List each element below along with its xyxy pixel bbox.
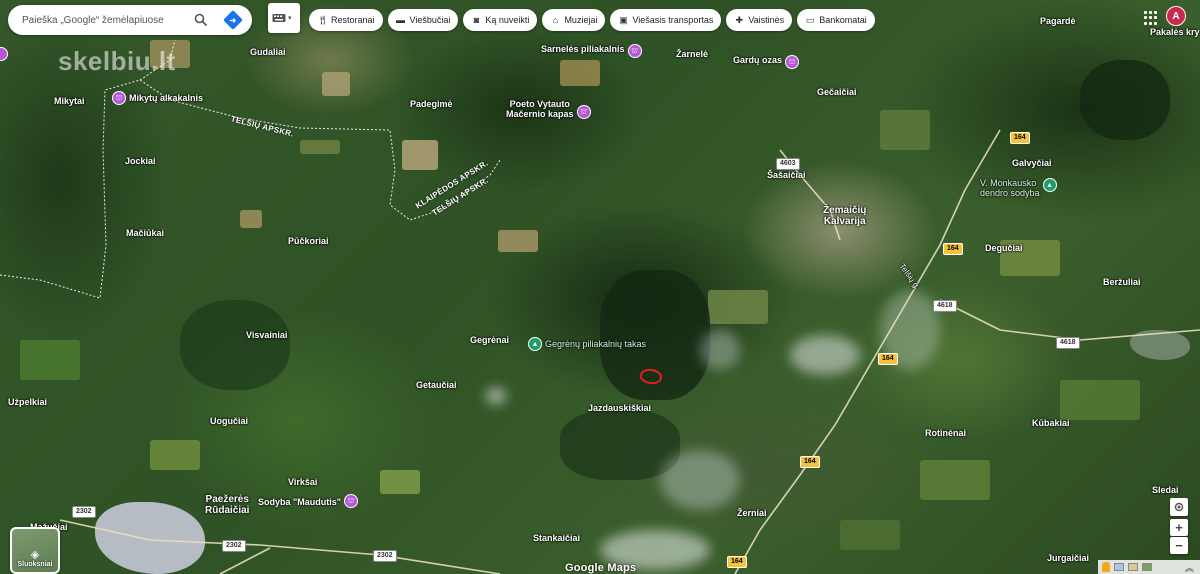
road-shield: 164 [878,353,898,365]
place-label[interactable]: Getaučiai [416,380,457,390]
road-shield: 164 [943,243,963,255]
zoom-out-button[interactable]: − [1170,537,1188,554]
place-label[interactable]: Jurgaičiai [1047,553,1089,563]
landmark-icon: ⛫ [576,105,591,119]
road-shield: 2302 [373,550,397,562]
chip-pharmacies[interactable]: ✚ Vaistinės [726,9,793,31]
place-label[interactable]: Kūbakiai [1032,418,1070,428]
my-location-button[interactable] [1170,498,1188,516]
place-label[interactable]: Rotinėnai [925,428,966,438]
road-shield: 2302 [222,540,246,552]
place-label[interactable]: Sledai [1152,485,1179,495]
chip-atms[interactable]: ▭ Bankomatai [797,9,875,31]
place-label[interactable]: Jazdauskiškiai [588,403,651,413]
directions-icon[interactable]: ➜ [223,10,243,30]
place-label[interactable]: Padegimė [410,99,453,109]
chip-hotels[interactable]: ▬ Viešbučiai [387,9,459,31]
keyboard-button[interactable]: ▾ [268,3,300,33]
landmark-icon: ⛫ [627,44,642,58]
atm-icon: ▭ [805,14,815,25]
place-label[interactable]: Gudaliai [250,47,286,57]
zoom-in-button[interactable]: + [1170,519,1188,536]
expand-icon[interactable]: ︽ [1185,561,1194,574]
bottom-bar: ︽ [1098,560,1200,574]
account-avatar[interactable]: A [1166,6,1186,26]
place-label[interactable]: Pūčkoriai [288,236,329,246]
camera-icon: ◙ [473,15,480,25]
admin-boundary [0,79,501,299]
place-label[interactable]: Užpelkiai [8,397,47,407]
place-label[interactable]: Uogučiai [210,416,248,426]
road-shield: 164 [1010,132,1030,144]
poi-sodyba-maudutis[interactable]: ⛫ Sodyba "Maudutis" [258,494,359,508]
place-label[interactable]: Gečaičiai [817,87,857,97]
place-label[interactable]: Jockiai [125,156,156,166]
satellite-map[interactable]: TELŠIŲ APSKR. KLAIPĖDOS APSKR. TELŠIŲ AP… [0,0,1200,574]
road-2302 [59,519,501,574]
place-label[interactable]: Stankaičiai [533,533,580,543]
park-icon: ▲ [1042,178,1057,192]
layers-icon: ◈ [30,549,40,561]
poi-sarneles-piliakalnis[interactable]: ⛫ Sarnelės piliakalnis [541,44,642,58]
chip-restaurants[interactable]: 🍴︎ Restoranai [309,9,383,31]
place-label[interactable]: Beržuliai [1103,277,1141,287]
road-shield: 4618 [1056,337,1080,349]
road-shield: 4618 [933,300,957,312]
place-label[interactable]: Žerniai [737,508,767,518]
road-4618 [939,299,1200,341]
place-label[interactable]: Mačiūkai [126,228,164,238]
place-label[interactable]: Degučiai [985,243,1023,253]
place-label[interactable]: Žemaičių Kalvarija [823,205,866,227]
map-thumbnail[interactable] [1128,563,1138,571]
keyboard-icon [272,14,286,22]
road-shield: 2302 [72,506,96,518]
road-shield: 164 [727,556,747,568]
chip-museums[interactable]: ⌂ Muziejai [542,9,606,31]
poi-gegrenu-takas[interactable]: ▲ Gegrėnų piliakalnių takas [528,337,646,351]
apps-icon[interactable] [1144,11,1158,25]
search-icon[interactable] [192,11,210,29]
pharmacy-icon: ✚ [735,14,744,25]
place-label[interactable]: Šašaičiai [767,170,806,180]
landmark-icon: ⛫ [112,91,126,105]
place-label[interactable]: Pagardė [1040,16,1076,26]
my-location-icon [1174,502,1184,512]
google-maps-logo: Google Maps [565,562,637,574]
place-label[interactable]: Visvainiai [246,330,287,340]
place-label[interactable]: Paežerės Rūdaičiai [205,494,249,516]
pegman-icon[interactable] [1102,562,1110,572]
road-164 [734,129,1001,574]
place-label[interactable]: Žarnelė [676,49,708,59]
museum-icon: ⌂ [552,15,559,25]
landmark-icon: ⛫ [785,55,800,69]
chip-transit[interactable]: ▣ Viešasis transportas [610,9,722,31]
chip-things-to-do[interactable]: ◙ Ką nuveikti [463,9,538,31]
road-shield: 4603 [776,158,800,170]
chevron-down-icon: ▾ [288,15,292,22]
category-chips: 🍴︎ Restoranai ▬ Viešbučiai ◙ Ką nuveikti ⌂ M… [309,9,875,31]
watermark: skelbiu.lt [58,46,176,76]
road-shield: 164 [800,456,820,468]
poi-gardu-ozas[interactable]: ⛫ Gardų ozas [733,55,800,69]
landmark-icon: ⛫ [344,494,359,508]
restaurant-icon: 🍴︎ [317,14,329,25]
poi-mikytu-alkakalnis[interactable]: ⛫ Mikytų alkakalnis [112,91,203,105]
map-thumbnail[interactable] [1142,563,1152,571]
hotel-icon: ▬ [396,15,406,25]
poi-monkausko-sodyba[interactable]: ▲ V. Monkausko dendro sodyba [980,178,1057,198]
search-box[interactable]: ➜ [8,5,252,35]
place-label[interactable]: Pakalės kry [1150,27,1200,37]
place-label[interactable]: Virkšai [288,477,317,487]
layers-button[interactable]: ◈ Sluoksniai [10,527,60,574]
park-icon: ▲ [528,337,542,351]
place-label[interactable]: Mikytai [54,96,85,106]
map-lines [0,39,1200,574]
map-thumbnail[interactable] [1114,563,1124,571]
transit-icon: ▣ [619,14,628,25]
place-label[interactable]: Galvyčiai [1012,158,1052,168]
poi-macernio-kapas[interactable]: ⛫ Poeto Vytauto Mačernio kapas [506,99,591,119]
place-label[interactable]: Gegrėnai [470,335,509,345]
search-input[interactable] [22,14,192,26]
